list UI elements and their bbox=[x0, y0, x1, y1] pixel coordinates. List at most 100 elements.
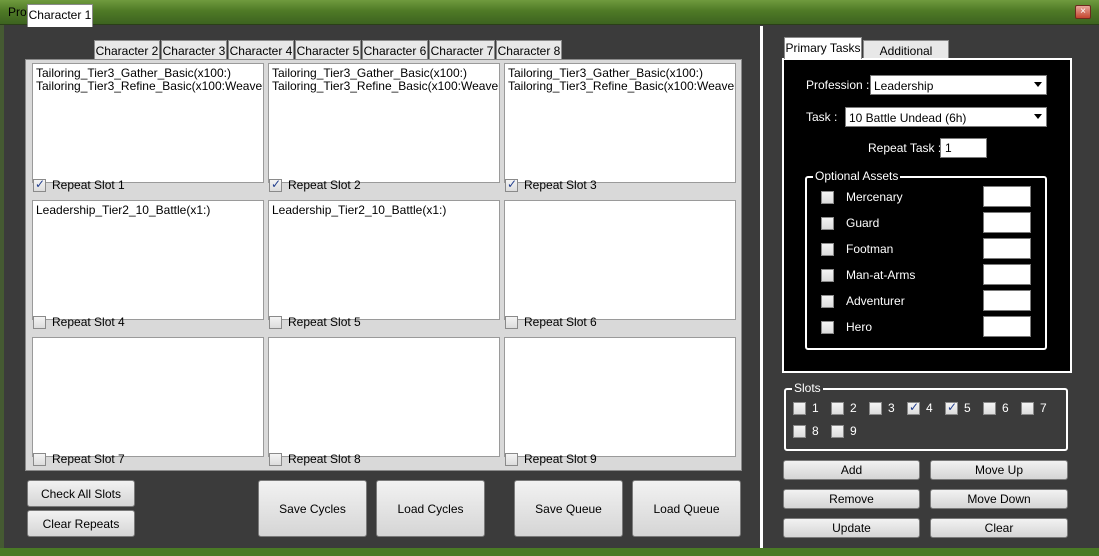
repeat-slot-7-checkbox[interactable] bbox=[33, 452, 46, 466]
slot-8-queue[interactable] bbox=[268, 337, 500, 457]
slot-select-5[interactable]: 5 bbox=[945, 400, 971, 415]
asset-footman-label: Footman bbox=[846, 242, 894, 256]
slot-select-3-checkbox[interactable] bbox=[869, 401, 882, 415]
repeat-slot-1-label: Repeat Slot 1 bbox=[52, 178, 125, 192]
asset-footman-input[interactable] bbox=[983, 238, 1031, 259]
asset-hero-checkbox[interactable] bbox=[821, 320, 834, 334]
task-select[interactable]: 10 Battle Undead (6h) bbox=[845, 107, 1047, 127]
repeat-slot-2[interactable]: Repeat Slot 2 bbox=[269, 177, 361, 193]
asset-mercenary-input[interactable] bbox=[983, 186, 1031, 207]
repeat-slot-9-checkbox[interactable] bbox=[505, 452, 518, 466]
profession-select[interactable]: Leadership bbox=[870, 75, 1047, 95]
slot-select-5-checkbox[interactable] bbox=[945, 400, 958, 415]
repeat-slot-8-checkbox[interactable] bbox=[269, 452, 282, 466]
move-up-button[interactable]: Move Up bbox=[930, 460, 1068, 480]
asset-adventurer-input[interactable] bbox=[983, 290, 1031, 311]
repeat-slot-6[interactable]: Repeat Slot 6 bbox=[505, 314, 597, 330]
slot-select-3[interactable]: 3 bbox=[869, 401, 895, 415]
add-button[interactable]: Add bbox=[783, 460, 920, 480]
tab-character-4[interactable]: Character 4 bbox=[228, 40, 294, 60]
tab-character-3[interactable]: Character 3 bbox=[161, 40, 227, 60]
repeat-slot-7[interactable]: Repeat Slot 7 bbox=[33, 451, 125, 467]
slot-6-queue[interactable] bbox=[504, 200, 736, 320]
tab-character-1[interactable]: Character 1 bbox=[27, 4, 93, 27]
slot-select-4[interactable]: 4 bbox=[907, 400, 933, 415]
repeat-slot-4[interactable]: Repeat Slot 4 bbox=[33, 314, 125, 330]
slot-select-1[interactable]: 1 bbox=[793, 401, 819, 415]
slots-group: Slots bbox=[784, 381, 1068, 451]
task-selected-value: 10 Battle Undead (6h) bbox=[849, 111, 967, 125]
asset-mercenary-checkbox[interactable] bbox=[821, 190, 834, 204]
tab-primary-tasks[interactable]: Primary Tasks bbox=[784, 37, 862, 59]
tab-character-8[interactable]: Character 8 bbox=[496, 40, 562, 60]
tab-character-7[interactable]: Character 7 bbox=[429, 40, 495, 60]
slot-3-queue[interactable]: Tailoring_Tier3_Gather_Basic(x100:) Tail… bbox=[504, 63, 736, 183]
check-all-slots-button[interactable]: Check All Slots bbox=[27, 480, 135, 507]
repeat-slot-1-checkbox[interactable] bbox=[33, 177, 46, 192]
load-cycles-button[interactable]: Load Cycles bbox=[376, 480, 485, 537]
repeat-slot-5-checkbox[interactable] bbox=[269, 315, 282, 329]
asset-adventurer-checkbox[interactable] bbox=[821, 294, 834, 308]
repeat-task-input[interactable]: 1 bbox=[940, 138, 987, 158]
asset-mercenary[interactable]: Mercenary bbox=[821, 190, 903, 204]
asset-guard-input[interactable] bbox=[983, 212, 1031, 233]
clear-repeats-button[interactable]: Clear Repeats bbox=[27, 510, 135, 537]
slot-4-queue[interactable]: Leadership_Tier2_10_Battle(x1:) bbox=[32, 200, 264, 320]
repeat-slot-3[interactable]: Repeat Slot 3 bbox=[505, 177, 597, 193]
clear-button[interactable]: Clear bbox=[930, 518, 1068, 538]
asset-hero[interactable]: Hero bbox=[821, 320, 872, 334]
close-button[interactable]: × bbox=[1075, 5, 1091, 19]
save-queue-button[interactable]: Save Queue bbox=[514, 480, 623, 537]
asset-footman-checkbox[interactable] bbox=[821, 242, 834, 256]
slot-5-queue[interactable]: Leadership_Tier2_10_Battle(x1:) bbox=[268, 200, 500, 320]
repeat-slot-9[interactable]: Repeat Slot 9 bbox=[505, 451, 597, 467]
asset-adventurer[interactable]: Adventurer bbox=[821, 294, 905, 308]
repeat-slot-2-checkbox[interactable] bbox=[269, 177, 282, 192]
slot-select-7-checkbox[interactable] bbox=[1021, 401, 1034, 415]
slot-select-2[interactable]: 2 bbox=[831, 401, 857, 415]
asset-hero-label: Hero bbox=[846, 320, 873, 334]
slot-1-queue[interactable]: Tailoring_Tier3_Gather_Basic(x100:) Tail… bbox=[32, 63, 264, 183]
repeat-slot-4-label: Repeat Slot 4 bbox=[52, 315, 125, 329]
slot-select-6-checkbox[interactable] bbox=[983, 401, 996, 415]
repeat-slot-5[interactable]: Repeat Slot 5 bbox=[269, 314, 361, 330]
load-queue-button[interactable]: Load Queue bbox=[632, 480, 741, 537]
asset-man-at-arms-checkbox[interactable] bbox=[821, 268, 834, 282]
repeat-slot-1[interactable]: Repeat Slot 1 bbox=[33, 177, 125, 193]
tab-character-2[interactable]: Character 2 bbox=[94, 40, 160, 60]
slot-select-9-checkbox[interactable] bbox=[831, 424, 844, 438]
repeat-slot-4-checkbox[interactable] bbox=[33, 315, 46, 329]
slot-select-6-label: 6 bbox=[1002, 401, 1009, 415]
slots-group-title: Slots bbox=[792, 381, 823, 395]
tab-character-5[interactable]: Character 5 bbox=[295, 40, 361, 60]
slot-select-4-checkbox[interactable] bbox=[907, 400, 920, 415]
tab-character-6[interactable]: Character 6 bbox=[362, 40, 428, 60]
slot-select-6[interactable]: 6 bbox=[983, 401, 1009, 415]
tab-additional-tasks[interactable]: Additional Tasks bbox=[863, 40, 949, 72]
repeat-slot-3-checkbox[interactable] bbox=[505, 177, 518, 192]
asset-guard-checkbox[interactable] bbox=[821, 216, 834, 230]
update-button[interactable]: Update bbox=[783, 518, 920, 538]
asset-footman[interactable]: Footman bbox=[821, 242, 893, 256]
remove-button[interactable]: Remove bbox=[783, 489, 920, 509]
slot-2-queue[interactable]: Tailoring_Tier3_Gather_Basic(x100:) Tail… bbox=[268, 63, 500, 183]
move-down-button[interactable]: Move Down bbox=[930, 489, 1068, 509]
asset-guard[interactable]: Guard bbox=[821, 216, 879, 230]
slot-select-8[interactable]: 8 bbox=[793, 424, 819, 438]
slot-select-9[interactable]: 9 bbox=[831, 424, 857, 438]
slot-select-7[interactable]: 7 bbox=[1021, 401, 1047, 415]
slot-select-1-checkbox[interactable] bbox=[793, 401, 806, 415]
asset-man-at-arms-input[interactable] bbox=[983, 264, 1031, 285]
save-cycles-button[interactable]: Save Cycles bbox=[258, 480, 367, 537]
slot-7-queue[interactable] bbox=[32, 337, 264, 457]
asset-hero-input[interactable] bbox=[983, 316, 1031, 337]
slot-select-8-checkbox[interactable] bbox=[793, 424, 806, 438]
repeat-slot-5-label: Repeat Slot 5 bbox=[288, 315, 361, 329]
window-left-edge bbox=[0, 25, 4, 550]
asset-man-at-arms[interactable]: Man-at-Arms bbox=[821, 268, 915, 282]
slot-9-queue[interactable] bbox=[504, 337, 736, 457]
repeat-slot-8[interactable]: Repeat Slot 8 bbox=[269, 451, 361, 467]
repeat-slot-6-checkbox[interactable] bbox=[505, 315, 518, 329]
repeat-slot-9-label: Repeat Slot 9 bbox=[524, 452, 597, 466]
slot-select-2-checkbox[interactable] bbox=[831, 401, 844, 415]
